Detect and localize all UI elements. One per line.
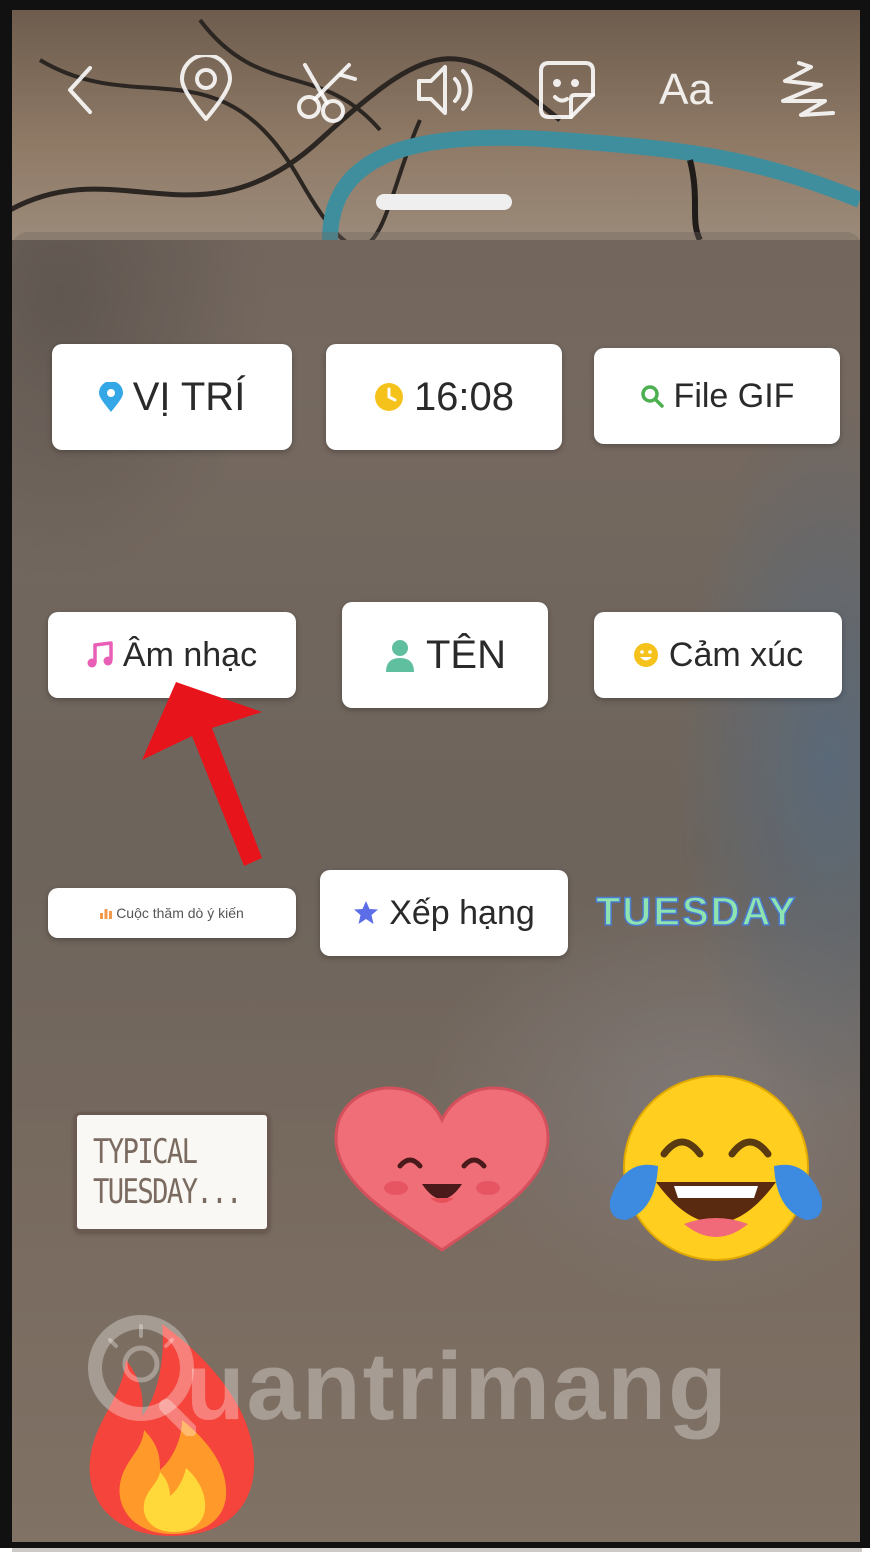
annotation-arrow: [142, 682, 262, 866]
